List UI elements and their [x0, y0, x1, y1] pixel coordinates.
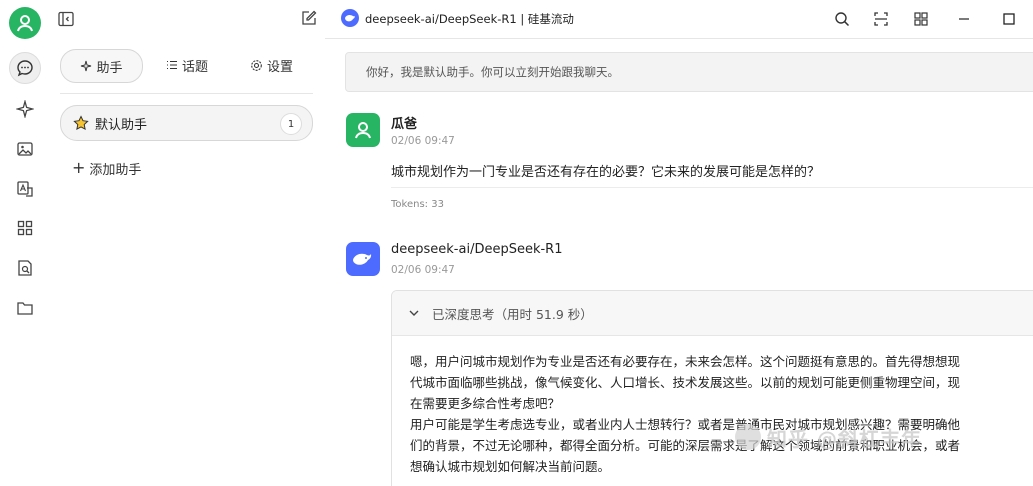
tab-label: 助手 [96, 60, 123, 76]
reasoning-panel: 已深度思考（用时 51.9 秒） 嗯，用户问城市规划作为专业是否还有必要存在，未… [391, 290, 1033, 486]
model-message-time: 02/06 09:47 [391, 264, 455, 276]
user-question: 城市规划作为一门专业是否还有存在的必要？它未来的发展可能是怎样的？ [391, 165, 821, 180]
reasoning-toggle[interactable]: 已深度思考（用时 51.9 秒） [392, 291, 1033, 336]
add-assistant-button[interactable]: + 添加助手 [72, 158, 141, 178]
chat-area: 你好，我是默认助手。你可以立刻开始跟我聊天。 瓜爸 02/06 09:47 城市… [325, 39, 1033, 486]
user-name: 瓜爸 [391, 117, 418, 132]
tab-assistants[interactable]: 助手 [60, 49, 143, 83]
reasoning-line: 在需要更多综合性考虑吧？ [410, 396, 561, 411]
maximize-icon[interactable] [998, 8, 1020, 30]
search-icon[interactable] [831, 8, 853, 30]
reasoning-line: 用户可能是学生考虑选专业，或者业内人士想转行？或者是普通市民对城市规划感兴趣？需… [410, 417, 961, 432]
reasoning-line: 想确认城市规划如何解决当前问题。 [410, 459, 611, 474]
model-avatar[interactable] [346, 242, 380, 276]
new-chat-icon[interactable] [300, 9, 318, 27]
user-icon [355, 122, 371, 139]
watermark-text: 知乎 @斜杠丰年 [767, 426, 922, 451]
chat-icon[interactable] [9, 52, 41, 84]
user-avatar[interactable] [9, 7, 41, 39]
image-icon[interactable] [9, 133, 41, 165]
sparkle-icon [80, 60, 92, 72]
translate-icon[interactable] [9, 173, 41, 205]
list-icon [166, 59, 178, 71]
assistant-name: 默认助手 [95, 117, 148, 133]
tab-divider [60, 93, 313, 94]
minimize-icon[interactable] [953, 8, 975, 30]
system-message: 你好，我是默认助手。你可以立刻开始跟我聊天。 [345, 52, 1033, 92]
user-icon [17, 15, 33, 32]
model-title: deepseek-ai/DeepSeek-R1 | 硅基流动 [365, 12, 574, 26]
deepseek-whale-icon [353, 253, 372, 265]
watermark: 知乎 @斜杠丰年 [735, 421, 922, 453]
chevron-down-icon [408, 307, 420, 319]
message-divider [391, 187, 1033, 188]
token-count: Tokens: 33 [391, 199, 444, 210]
model-name: deepseek-ai/DeepSeek-R1 [391, 242, 563, 257]
user-message-time: 02/06 09:47 [391, 135, 455, 147]
tab-settings[interactable]: 设置 [250, 49, 293, 81]
tab-label: 话题 [182, 59, 209, 75]
reasoning-title: 已深度思考（用时 51.9 秒） [432, 306, 593, 322]
reasoning-line: 代城市面临哪些挑战，像气候变化、人口增长、技术发展这些。以前的规划可能更侧重物理… [410, 375, 961, 390]
sidebar-toggle-icon[interactable] [57, 10, 75, 28]
apps-icon[interactable] [9, 212, 41, 244]
deepseek-logo-icon [341, 9, 359, 27]
user-message-avatar[interactable] [346, 113, 380, 147]
reasoning-line: 嗯，用户问城市规划作为专业是否还有必要存在，未来会怎样。这个问题挺有意思的。首先… [410, 354, 961, 369]
panel-topbar [50, 0, 325, 38]
reasoning-line: 们的背景，不过无论哪种，都得全面分析。可能的深层需求是了解这个领域的前景和职业机… [410, 438, 961, 453]
topic-count-badge: 1 [280, 113, 302, 135]
icon-rail [0, 0, 51, 486]
chat-header: deepseek-ai/DeepSeek-R1 | 硅基流动 [325, 0, 1033, 39]
expand-icon[interactable] [870, 8, 892, 30]
tab-label: 设置 [267, 59, 294, 75]
gear-icon [250, 59, 263, 72]
grid-icon[interactable] [910, 8, 932, 30]
panel-tabs: 助手 话题 设置 [60, 49, 313, 83]
assistant-item[interactable]: 默认助手 1 [60, 105, 313, 141]
reasoning-text: 嗯，用户问城市规划作为专业是否还有必要存在，未来会怎样。这个问题挺有意思的。首先… [410, 351, 1030, 477]
sparkle-icon[interactable] [9, 93, 41, 125]
watermark-icon [735, 424, 761, 450]
document-search-icon[interactable] [9, 252, 41, 284]
tab-topics[interactable]: 话题 [166, 49, 208, 81]
star-icon [73, 115, 89, 131]
system-message-text: 你好，我是默认助手。你可以立刻开始跟我聊天。 [366, 65, 619, 79]
assistant-panel: 助手 话题 设置 默认助手 1 + 添加助手 [50, 0, 326, 486]
plus-icon: + [72, 158, 86, 177]
folder-icon[interactable] [9, 292, 41, 324]
add-assistant-label: 添加助手 [89, 162, 142, 178]
